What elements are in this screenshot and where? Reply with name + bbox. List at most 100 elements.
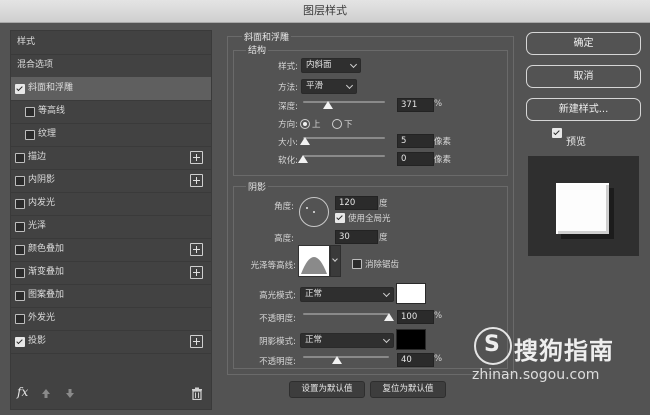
global-light-checkbox[interactable] xyxy=(335,213,345,223)
style-item[interactable]: 颜色叠加 xyxy=(11,238,211,262)
shadow-opacity-unit: % xyxy=(434,354,443,364)
gloss-contour-picker[interactable] xyxy=(298,245,330,277)
soften-input[interactable]: 0 xyxy=(397,152,434,166)
highlight-opacity-slider-thumb[interactable] xyxy=(384,313,394,321)
style-item-checkbox[interactable] xyxy=(15,84,25,94)
watermark-brand: 搜狗指南 xyxy=(514,337,614,365)
angle-label: 角度: xyxy=(274,202,294,212)
soften-slider[interactable] xyxy=(303,155,385,157)
style-item-checkbox[interactable] xyxy=(25,107,35,117)
shadow-color-swatch[interactable] xyxy=(396,329,426,350)
style-dropdown[interactable]: 内斜面 xyxy=(301,58,361,73)
shadow-opacity-slider[interactable] xyxy=(303,356,389,358)
direction-down-radio[interactable] xyxy=(332,119,342,129)
altitude-input[interactable]: 30 xyxy=(335,230,378,244)
style-item-label: 纹理 xyxy=(38,129,57,139)
add-instance-icon[interactable] xyxy=(190,266,203,279)
add-instance-icon[interactable] xyxy=(190,243,203,256)
highlight-opacity-input[interactable]: 100 xyxy=(397,310,434,324)
style-item[interactable]: 投影 xyxy=(11,330,211,354)
gloss-contour-dropdown[interactable] xyxy=(330,245,341,277)
style-value: 内斜面 xyxy=(306,60,332,70)
style-item-checkbox[interactable] xyxy=(25,130,35,140)
style-item-label: 图案叠加 xyxy=(28,290,65,300)
style-item[interactable]: 纹理 xyxy=(11,123,211,147)
direction-up-label: 上 xyxy=(312,120,321,130)
add-instance-icon[interactable] xyxy=(190,335,203,348)
watermark-url: zhinan.sogou.com xyxy=(472,367,600,383)
anti-alias-checkbox[interactable] xyxy=(352,259,362,269)
move-up-icon[interactable] xyxy=(41,388,51,399)
style-item[interactable]: 内发光 xyxy=(11,192,211,216)
add-instance-icon[interactable] xyxy=(190,151,203,164)
style-item[interactable]: 斜面和浮雕 xyxy=(11,77,211,101)
style-item[interactable]: 内阴影 xyxy=(11,169,211,193)
shadow-opacity-input[interactable]: 40 xyxy=(397,353,434,367)
highlight-opacity-slider[interactable] xyxy=(303,313,389,315)
shadow-mode-dropdown[interactable]: 正常 xyxy=(300,333,394,348)
style-item-checkbox[interactable] xyxy=(15,291,25,301)
depth-slider[interactable] xyxy=(303,101,385,103)
contour-curve-icon xyxy=(301,257,327,274)
highlight-color-swatch[interactable] xyxy=(396,283,426,304)
style-item-label: 内阴影 xyxy=(28,175,56,185)
new-style-button[interactable]: 新建样式... xyxy=(526,98,641,121)
highlight-opacity-unit: % xyxy=(434,311,443,321)
depth-slider-thumb[interactable] xyxy=(323,101,334,109)
soften-slider-thumb[interactable] xyxy=(298,155,308,163)
trash-icon[interactable] xyxy=(191,387,203,400)
style-item-checkbox[interactable] xyxy=(15,268,25,278)
style-item-checkbox[interactable] xyxy=(15,199,25,209)
size-input[interactable]: 5 xyxy=(397,134,434,148)
highlight-mode-value: 正常 xyxy=(305,289,323,299)
style-item-checkbox[interactable] xyxy=(15,337,25,347)
size-slider[interactable] xyxy=(303,137,385,139)
style-item-checkbox[interactable] xyxy=(15,314,25,324)
style-item[interactable]: 样式 xyxy=(11,31,211,55)
style-item-checkbox[interactable] xyxy=(15,176,25,186)
angle-dial[interactable] xyxy=(299,197,329,227)
direction-label: 方向: xyxy=(278,120,298,130)
highlight-mode-dropdown[interactable]: 正常 xyxy=(300,287,394,302)
shading-title: 阴影 xyxy=(246,180,269,193)
sogou-logo-s: S xyxy=(484,332,500,357)
chevron-down-icon xyxy=(332,256,338,262)
direction-up-radio[interactable] xyxy=(300,119,310,129)
cancel-button[interactable]: 取消 xyxy=(526,65,641,88)
technique-dropdown[interactable]: 平滑 xyxy=(301,79,357,94)
altitude-label: 高度: xyxy=(274,234,294,244)
style-item[interactable]: 等高线 xyxy=(11,100,211,124)
preview-checkbox[interactable] xyxy=(552,128,562,138)
angle-input[interactable]: 120 xyxy=(335,196,378,210)
style-item-label: 外发光 xyxy=(28,313,56,323)
chevron-down-icon xyxy=(345,81,354,90)
angle-dial-indicator xyxy=(306,207,308,209)
style-item[interactable]: 光泽 xyxy=(11,215,211,239)
fx-icon[interactable]: fx xyxy=(17,385,28,399)
style-item[interactable]: 外发光 xyxy=(11,307,211,331)
style-item[interactable]: 描边 xyxy=(11,146,211,170)
style-item[interactable]: 混合选项 xyxy=(11,54,211,78)
size-unit: 像素 xyxy=(434,137,452,147)
chevron-down-icon xyxy=(349,60,358,69)
styles-list-panel: 样式 混合选项斜面和浮雕等高线纹理描边内阴影内发光光泽 颜色叠加 渐变叠加图案叠加外发… xyxy=(10,30,212,410)
depth-input[interactable]: 371 xyxy=(397,98,434,112)
style-item-checkbox[interactable] xyxy=(15,245,25,255)
style-item[interactable]: 图案叠加 xyxy=(11,284,211,308)
reset-default-button[interactable]: 复位为默认值 xyxy=(370,381,446,398)
move-down-icon[interactable] xyxy=(65,388,75,399)
gloss-contour-label: 光泽等高线: xyxy=(250,261,296,271)
anti-alias-label: 消除锯齿 xyxy=(365,260,400,270)
style-item-checkbox[interactable] xyxy=(15,222,25,232)
size-slider-thumb[interactable] xyxy=(299,137,310,145)
style-item-label: 内发光 xyxy=(28,198,56,208)
sogou-logo: S xyxy=(474,327,512,365)
style-item-label: 斜面和浮雕 xyxy=(28,83,74,93)
style-item[interactable]: 渐变叠加 xyxy=(11,261,211,285)
ok-button[interactable]: 确定 xyxy=(526,32,641,55)
style-item-checkbox[interactable] xyxy=(15,153,25,163)
shadow-opacity-slider-thumb[interactable] xyxy=(332,356,343,364)
size-label: 大小: xyxy=(278,138,298,148)
add-instance-icon[interactable] xyxy=(190,174,203,187)
make-default-button[interactable]: 设置为默认值 xyxy=(289,381,365,398)
